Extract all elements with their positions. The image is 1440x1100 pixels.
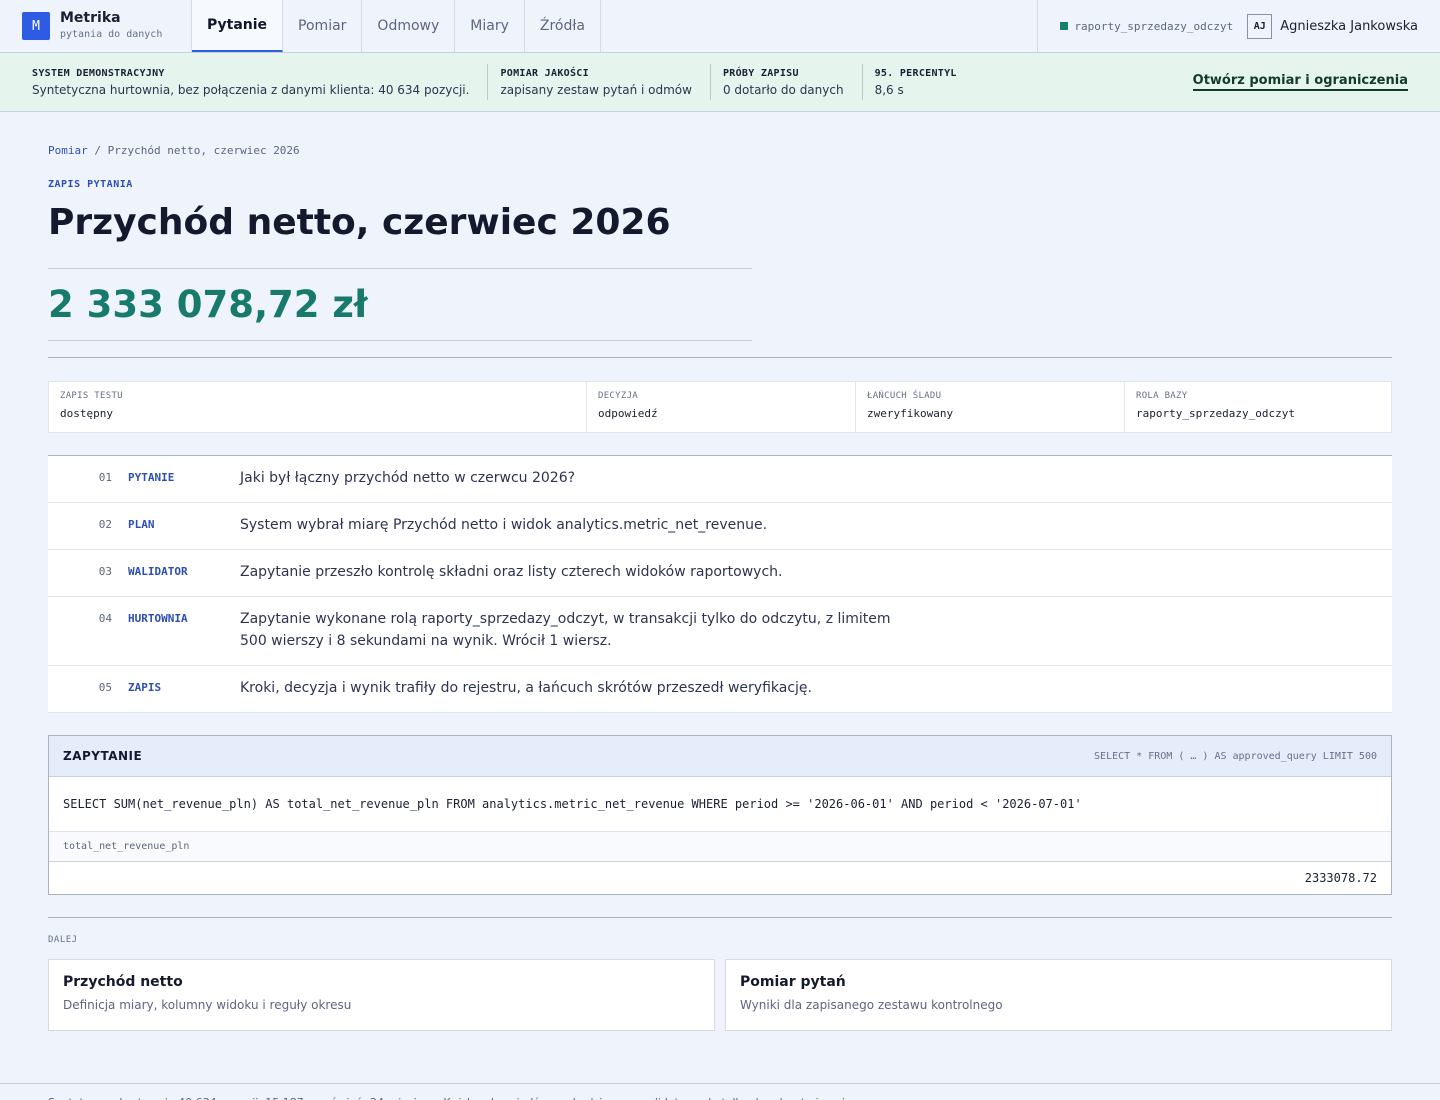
query-title: ZAPYTANIE — [63, 749, 143, 763]
connection-role: raporty_sprzedazy_odczyt — [1074, 19, 1234, 33]
status-cell-percentile: 95. PERCENTYL 8,6 s — [875, 64, 975, 100]
fact-label: ŁAŃCUCH ŚLADU — [867, 391, 942, 401]
step-row: 04 HURTOWNIA Zapytanie wykonane rolą rap… — [48, 597, 1392, 666]
result-value: 2 333 078,72 zł — [48, 283, 368, 326]
step-number: 03 — [98, 565, 112, 578]
fact-label: ZAPIS TESTU — [60, 391, 123, 401]
query-panel: ZAPYTANIE SELECT * FROM ( … ) AS approve… — [48, 735, 1392, 895]
tab-pytanie[interactable]: Pytanie — [192, 0, 284, 52]
step-number: 05 — [98, 681, 112, 694]
next-card-question-measurement[interactable]: Pomiar pytań Wyniki dla zapisanego zesta… — [725, 959, 1392, 1031]
status-cell-quality: POMIAR JAKOŚCI zapisany zestaw pytań i o… — [500, 64, 711, 100]
section-kicker: ZAPIS PYTANIA — [48, 179, 133, 190]
brand-subtitle: pytania do danych — [60, 29, 163, 40]
tab-miary[interactable]: Miary — [455, 0, 525, 52]
top-bar: M Metrika pytania do danych Pytanie Pomi… — [0, 0, 1440, 53]
fact-value: odpowiedź — [598, 407, 658, 420]
user-name: Agnieszka Jankowska — [1280, 18, 1418, 34]
divider — [48, 917, 1392, 918]
main-content: Pomiar / Przychód netto, czerwiec 2026 Z… — [0, 144, 1440, 1031]
step-tag: PLAN — [128, 518, 155, 531]
step-number: 01 — [98, 471, 112, 484]
status-label: SYSTEM DEMONSTRACYJNY — [32, 67, 165, 79]
query-header: ZAPYTANIE SELECT * FROM ( … ) AS approve… — [49, 736, 1391, 777]
tab-zrodla[interactable]: Źródła — [525, 0, 601, 52]
card-title: Przychód netto — [63, 974, 183, 990]
step-row: 03 WALIDATOR Zapytanie przeszło kontrolę… — [48, 550, 1392, 597]
step-tag: WALIDATOR — [128, 565, 188, 578]
step-text: System wybrał miarę Przychód netto i wid… — [240, 517, 768, 533]
steps-list: 01 PYTANIE Jaki był łączny przychód nett… — [48, 455, 1392, 713]
card-subtitle: Definicja miary, kolumny widoku i reguły… — [63, 998, 352, 1012]
step-text: Zapytanie przeszło kontrolę składni oraz… — [240, 564, 783, 580]
status-label: 95. PERCENTYL — [874, 67, 957, 79]
main-tabs: Pytanie Pomiar Odmowy Miary Źródła — [192, 0, 601, 52]
status-label: POMIAR JAKOŚCI — [500, 67, 589, 79]
step-tag: ZAPIS — [128, 681, 162, 694]
status-cell-system: SYSTEM DEMONSTRACYJNY Syntetyczna hurtow… — [32, 64, 489, 100]
fact-value: dostępny — [60, 407, 113, 420]
step-text: Kroki, decyzja i wynik trafiły do rejest… — [240, 680, 812, 696]
query-wrapper: SELECT * FROM ( … ) AS approved_query LI… — [1094, 750, 1377, 762]
fact-label: ROLA BAZY — [1136, 391, 1188, 401]
fact-value: raporty_sprzedazy_odczyt — [1136, 407, 1295, 420]
connection-indicator: raporty_sprzedazy_odczyt — [1037, 0, 1247, 52]
result-column-header: total_net_revenue_pln — [49, 832, 1391, 862]
step-row: 02 PLAN System wybrał miarę Przychód net… — [48, 503, 1392, 550]
step-tag: HURTOWNIA — [128, 612, 188, 625]
card-title: Pomiar pytań — [740, 974, 846, 990]
step-text: Zapytanie wykonane rolą raporty_sprzedaz… — [240, 611, 891, 649]
fact-db-role: ROLA BAZY raporty_sprzedazy_odczyt — [1125, 382, 1391, 432]
facts-row: ZAPIS TESTU dostępny DECYZJA odpowiedź Ł… — [48, 381, 1392, 433]
status-cell-write-attempts: PRÓBY ZAPISU 0 dotarło do danych — [723, 64, 863, 100]
user-menu[interactable]: AJ Agnieszka Jankowska — [1247, 0, 1440, 52]
status-value: zapisany zestaw pytań i odmów — [500, 82, 692, 97]
breadcrumb-current: Przychód netto, czerwiec 2026 — [107, 144, 300, 157]
fact-label: DECYZJA — [598, 391, 639, 401]
breadcrumb-separator: / — [94, 144, 101, 157]
footer: Syntetyczna hurtownia 40 634 pozycji, 15… — [0, 1083, 1440, 1100]
open-measurement-link[interactable]: Otwórz pomiar i ograniczenia — [1192, 73, 1408, 91]
logo-icon: M — [22, 12, 50, 40]
tab-odmowy[interactable]: Odmowy — [362, 0, 456, 52]
brand-title: Metrika — [60, 10, 121, 26]
connection-status-icon — [1060, 22, 1069, 30]
step-number: 02 — [98, 518, 112, 531]
card-subtitle: Wyniki dla zapisanego zestawu kontrolneg… — [740, 998, 1003, 1012]
status-value: 0 dotarło do danych — [722, 82, 844, 97]
fact-trace-chain: ŁAŃCUCH ŚLADU zweryfikowany — [856, 382, 1125, 432]
result-row-value: 2333078.72 — [1304, 871, 1377, 885]
status-strip: SYSTEM DEMONSTRACYJNY Syntetyczna hurtow… — [0, 53, 1440, 112]
breadcrumb: Pomiar / Przychód netto, czerwiec 2026 — [48, 144, 1392, 157]
avatar[interactable]: AJ — [1247, 13, 1273, 39]
fact-decision: DECYZJA odpowiedź — [587, 382, 856, 432]
step-row: 01 PYTANIE Jaki był łączny przychód nett… — [48, 456, 1392, 503]
brand[interactable]: M Metrika pytania do danych — [0, 0, 192, 52]
status-label: PRÓBY ZAPISU — [722, 67, 799, 79]
tab-pomiar[interactable]: Pomiar — [283, 0, 363, 52]
divider — [48, 357, 1392, 358]
fact-test-record: ZAPIS TESTU dostępny — [49, 382, 587, 432]
status-value: 8,6 s — [874, 82, 904, 97]
status-value: Syntetyczna hurtownia, bez połączenia z … — [32, 82, 470, 97]
step-tag: PYTANIE — [128, 471, 175, 484]
next-cards: Przychód netto Definicja miary, kolumny … — [48, 959, 1392, 1031]
page-title: Przychód netto, czerwiec 2026 — [48, 202, 671, 243]
query-sql[interactable]: SELECT SUM(net_revenue_pln) AS total_net… — [49, 777, 1391, 832]
step-number: 04 — [98, 612, 112, 625]
breadcrumb-parent-link[interactable]: Pomiar — [48, 144, 88, 157]
step-text: Jaki był łączny przychód netto w czerwcu… — [240, 470, 576, 486]
step-row: 05 ZAPIS Kroki, decyzja i wynik trafiły … — [48, 666, 1392, 713]
fact-value: zweryfikowany — [867, 407, 954, 420]
next-label: DALEJ — [48, 935, 78, 945]
result-value-box: 2 333 078,72 zł — [48, 268, 752, 341]
next-card-net-revenue[interactable]: Przychód netto Definicja miary, kolumny … — [48, 959, 715, 1031]
